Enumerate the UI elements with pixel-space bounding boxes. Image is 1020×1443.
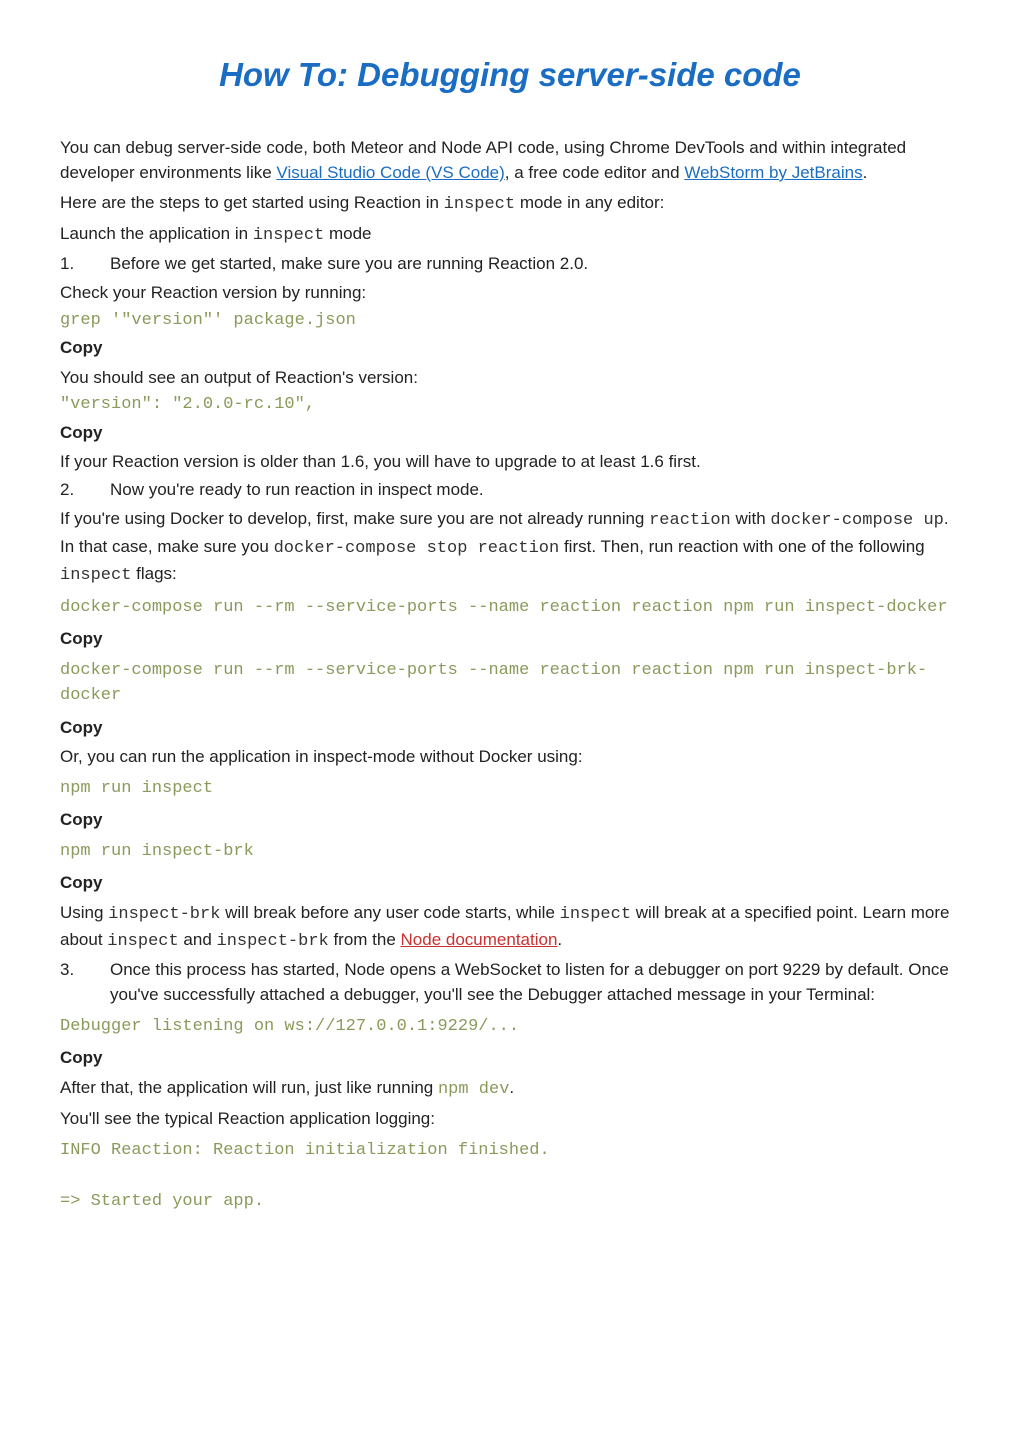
without-docker-text: Or, you can run the application in inspe… bbox=[60, 744, 960, 770]
text: Launch the application in bbox=[60, 224, 253, 243]
step-text: Now you're ready to run reaction in insp… bbox=[110, 477, 960, 503]
inline-code: inspect bbox=[107, 932, 178, 951]
text: . bbox=[509, 1078, 514, 1097]
code-block-npm-inspect-brk: npm run inspect-brk bbox=[60, 839, 960, 865]
intro-para-1: You can debug server-side code, both Met… bbox=[60, 135, 960, 186]
code-block-grep: grep '"version"' package.json bbox=[60, 308, 960, 334]
step-text: Before we get started, make sure you are… bbox=[110, 251, 960, 277]
inline-code: reaction bbox=[649, 511, 731, 530]
text: and bbox=[179, 930, 217, 949]
page-title: How To: Debugging server-side code bbox=[60, 50, 960, 100]
intro-para-3: Launch the application in inspect mode bbox=[60, 221, 960, 249]
code-block-docker-inspect-brk: docker-compose run --rm --service-ports … bbox=[60, 658, 960, 709]
code-block-debugger-listening: Debugger listening on ws://127.0.0.1:922… bbox=[60, 1014, 960, 1040]
copy-button[interactable]: Copy bbox=[60, 335, 960, 361]
code-block-npm-inspect: npm run inspect bbox=[60, 776, 960, 802]
text: from the bbox=[329, 930, 401, 949]
step-number: 3. bbox=[60, 957, 110, 983]
inline-code: inspect bbox=[253, 226, 324, 245]
text: Here are the steps to get started using … bbox=[60, 193, 444, 212]
copy-button[interactable]: Copy bbox=[60, 1045, 960, 1071]
text: . bbox=[863, 163, 868, 182]
code-block-version: "version": "2.0.0-rc.10", bbox=[60, 392, 960, 418]
step-1: 1. Before we get started, make sure you … bbox=[60, 251, 960, 277]
code-block-init-finished: INFO Reaction: Reaction initialization f… bbox=[60, 1138, 960, 1215]
inline-code: docker-compose up bbox=[770, 511, 943, 530]
text: mode in any editor: bbox=[515, 193, 664, 212]
step-number: 2. bbox=[60, 477, 110, 503]
inline-code: npm dev bbox=[438, 1080, 509, 1099]
inline-code: inspect bbox=[560, 905, 631, 924]
docker-hint: If you're using Docker to develop, first… bbox=[60, 506, 960, 589]
check-version-text: Check your Reaction version by running: bbox=[60, 280, 960, 306]
text: , a free code editor and bbox=[505, 163, 685, 182]
copy-button[interactable]: Copy bbox=[60, 420, 960, 446]
text: . bbox=[557, 930, 562, 949]
text: Using bbox=[60, 903, 108, 922]
inspect-explanation: Using inspect-brk will break before any … bbox=[60, 900, 960, 955]
inline-code: docker-compose stop reaction bbox=[274, 539, 560, 558]
inline-code: inspect-brk bbox=[217, 932, 329, 951]
logging-text: You'll see the typical Reaction applicat… bbox=[60, 1106, 960, 1132]
text: will break before any user code starts, … bbox=[220, 903, 559, 922]
intro-para-2: Here are the steps to get started using … bbox=[60, 190, 960, 218]
vscode-link[interactable]: Visual Studio Code (VS Code) bbox=[276, 163, 504, 182]
copy-button[interactable]: Copy bbox=[60, 715, 960, 741]
step-number: 1. bbox=[60, 251, 110, 277]
text: After that, the application will run, ju… bbox=[60, 1078, 438, 1097]
text: flags: bbox=[131, 564, 176, 583]
step-text: Once this process has started, Node open… bbox=[110, 957, 960, 1008]
inline-code: inspect-brk bbox=[108, 905, 220, 924]
node-docs-link[interactable]: Node documentation bbox=[401, 930, 558, 949]
text: If you're using Docker to develop, first… bbox=[60, 509, 649, 528]
text: first. Then, run reaction with one of th… bbox=[559, 537, 924, 556]
copy-button[interactable]: Copy bbox=[60, 626, 960, 652]
text: mode bbox=[324, 224, 371, 243]
step-2: 2. Now you're ready to run reaction in i… bbox=[60, 477, 960, 503]
copy-button[interactable]: Copy bbox=[60, 807, 960, 833]
step-3: 3. Once this process has started, Node o… bbox=[60, 957, 960, 1008]
upgrade-note: If your Reaction version is older than 1… bbox=[60, 449, 960, 475]
copy-button[interactable]: Copy bbox=[60, 870, 960, 896]
after-attach-text: After that, the application will run, ju… bbox=[60, 1075, 960, 1103]
inline-code: inspect bbox=[444, 195, 515, 214]
text: with bbox=[731, 509, 771, 528]
code-block-docker-inspect: docker-compose run --rm --service-ports … bbox=[60, 595, 960, 621]
webstorm-link[interactable]: WebStorm by JetBrains bbox=[684, 163, 862, 182]
version-output-text: You should see an output of Reaction's v… bbox=[60, 365, 960, 391]
inline-code: inspect bbox=[60, 566, 131, 585]
